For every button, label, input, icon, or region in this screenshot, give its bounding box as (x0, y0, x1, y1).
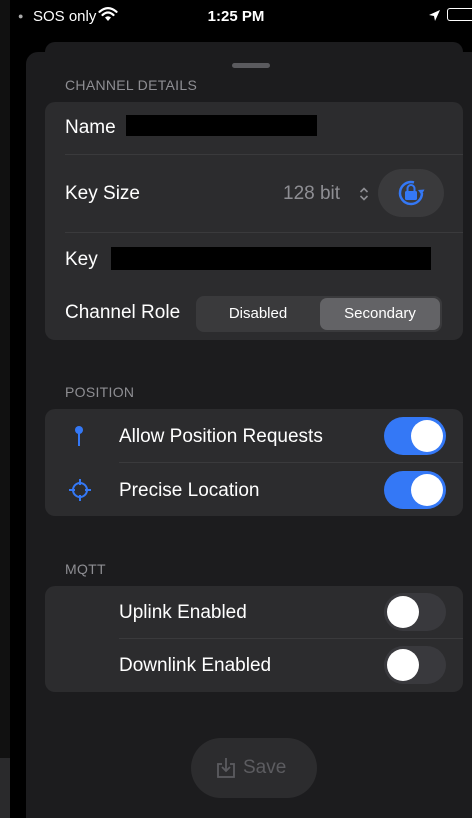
channel-role-label: Channel Role (65, 302, 181, 323)
channel-details-group: Name Key Size 128 bit Key Channel Role D… (45, 102, 463, 340)
lock-rotate-icon (398, 180, 425, 206)
key-label: Key (65, 249, 98, 270)
precise-location-row: Precise Location (45, 463, 463, 516)
channel-sheet: CHANNEL DETAILS Name Key Size 128 bit Ke… (26, 52, 472, 818)
regenerate-key-button[interactable] (378, 169, 444, 217)
allow-position-requests-row: Allow Position Requests (45, 409, 463, 462)
section-header-position: POSITION (65, 384, 135, 400)
key-row[interactable]: Key (45, 233, 463, 287)
background-screen-edge (0, 0, 10, 818)
channel-role-row: Channel Role Disabled Secondary (45, 287, 463, 340)
toggle-knob (411, 474, 443, 506)
section-header-mqtt: MQTT (65, 561, 106, 577)
battery-icon (447, 8, 472, 21)
precise-location-toggle[interactable] (384, 471, 446, 509)
key-size-value[interactable]: 128 bit (283, 183, 340, 205)
location-arrow-icon (429, 10, 440, 21)
downlink-enabled-row: Downlink Enabled (45, 639, 463, 692)
name-row[interactable]: Name (45, 102, 463, 154)
precise-location-label: Precise Location (119, 480, 260, 501)
clock-time: 1:25 PM (207, 8, 265, 25)
sheet-grabber[interactable] (232, 63, 270, 68)
name-label: Name (65, 117, 116, 138)
toggle-knob (411, 420, 443, 452)
toggle-knob (387, 596, 419, 628)
section-header-channel-details: CHANNEL DETAILS (65, 77, 198, 93)
background-screen-mark (0, 758, 10, 818)
channel-role-segmented-control[interactable]: Disabled Secondary (196, 296, 442, 332)
pin-icon (75, 426, 83, 446)
allow-position-requests-toggle[interactable] (384, 417, 446, 455)
uplink-enabled-toggle[interactable] (384, 593, 446, 631)
save-button[interactable]: Save (191, 738, 317, 798)
save-label: Save (243, 757, 287, 778)
role-option-secondary[interactable]: Secondary (320, 298, 440, 330)
position-group: Allow Position Requests Precise Location (45, 409, 463, 516)
mqtt-group: Uplink Enabled Downlink Enabled (45, 586, 463, 692)
key-size-row: Key Size 128 bit (45, 155, 463, 232)
allow-position-requests-label: Allow Position Requests (119, 426, 323, 447)
downlink-enabled-toggle[interactable] (384, 646, 446, 684)
crosshair-icon (69, 479, 91, 501)
name-value-redacted[interactable] (126, 115, 317, 136)
uplink-enabled-row: Uplink Enabled (45, 586, 463, 638)
uplink-enabled-label: Uplink Enabled (119, 602, 247, 623)
key-size-label: Key Size (65, 183, 140, 204)
status-bar: SOS only 1:25 PM (0, 0, 472, 30)
role-option-disabled[interactable]: Disabled (198, 298, 318, 330)
key-value-redacted[interactable] (111, 247, 431, 270)
toggle-knob (387, 649, 419, 681)
downlink-enabled-label: Downlink Enabled (119, 655, 272, 676)
save-tray-icon (217, 758, 235, 778)
chevron-up-down-icon[interactable] (359, 187, 369, 201)
